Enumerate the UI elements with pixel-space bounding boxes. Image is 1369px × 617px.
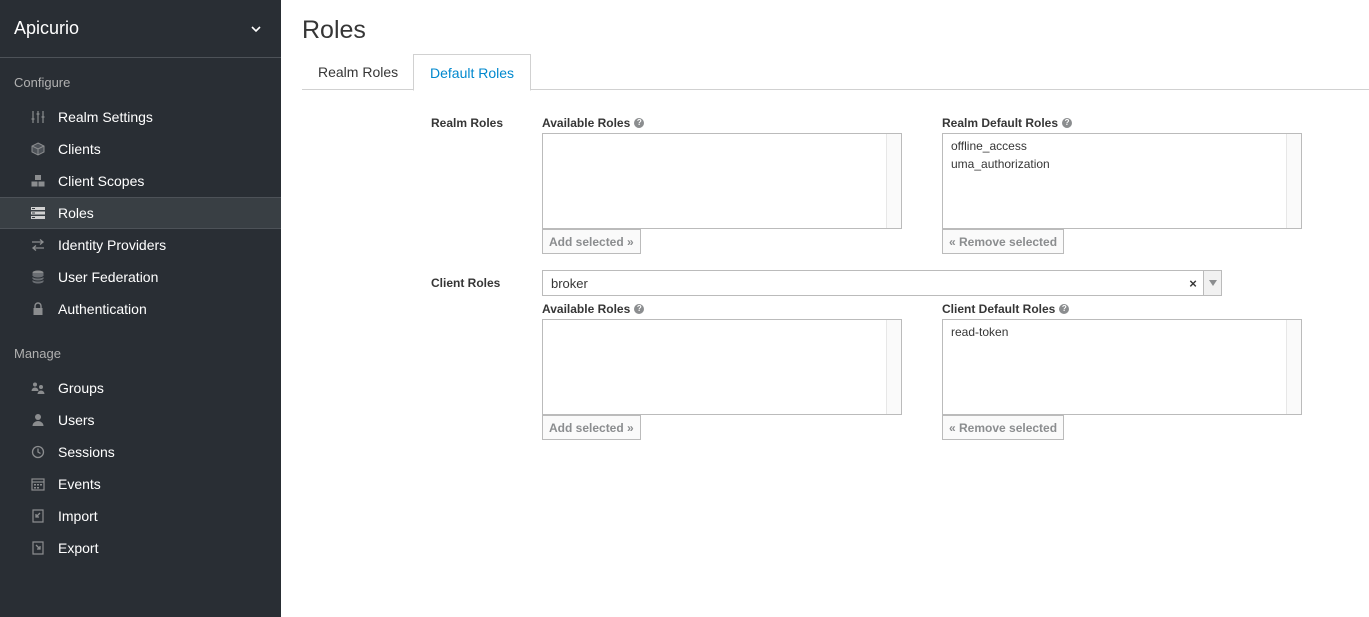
list-item[interactable]: read-token bbox=[951, 323, 1293, 341]
sidebar-item-realm-settings[interactable]: Realm Settings bbox=[0, 101, 281, 133]
field-label-text: Available Roles bbox=[542, 116, 631, 130]
sidebar-item-export[interactable]: Export bbox=[0, 532, 281, 564]
scrollbar[interactable] bbox=[886, 320, 901, 414]
client-roles-label: Client Roles bbox=[431, 276, 501, 290]
client-select-value: broker bbox=[551, 275, 588, 291]
sidebar-item-identity-providers[interactable]: Identity Providers bbox=[0, 229, 281, 261]
sidebar-item-client-scopes[interactable]: Client Scopes bbox=[0, 165, 281, 197]
clock-icon bbox=[30, 444, 46, 460]
field-label-text: Available Roles bbox=[542, 302, 631, 316]
nav-list-manage: Groups Users Sessions Events Import Expo… bbox=[0, 372, 281, 564]
realm-remove-selected-button[interactable]: « Remove selected bbox=[942, 229, 1065, 254]
list-item[interactable]: offline_access bbox=[951, 137, 1293, 155]
scrollbar[interactable] bbox=[886, 134, 901, 228]
help-icon[interactable]: ? bbox=[634, 118, 645, 128]
sidebar-item-user-federation[interactable]: User Federation bbox=[0, 261, 281, 293]
tab-realm-roles[interactable]: Realm Roles bbox=[302, 54, 414, 90]
list-item[interactable]: uma_authorization bbox=[951, 155, 1293, 173]
chevron-down-icon bbox=[251, 25, 261, 32]
sidebar-item-roles[interactable]: Roles bbox=[0, 197, 281, 229]
sidebar-item-label: Export bbox=[58, 540, 99, 556]
realm-add-selected-button[interactable]: Add selected » bbox=[542, 229, 641, 254]
client-remove-selected-button[interactable]: « Remove selected bbox=[942, 415, 1065, 440]
export-icon bbox=[30, 540, 46, 556]
clear-icon[interactable]: × bbox=[1183, 276, 1203, 291]
realm-roles-label: Realm Roles bbox=[431, 116, 504, 130]
client-default-roles-list[interactable]: read-token bbox=[942, 319, 1302, 415]
sidebar-item-label: Realm Settings bbox=[58, 109, 153, 125]
realm-default-roles-label: Realm Default Roles ? bbox=[942, 116, 1073, 130]
sidebar-item-label: User Federation bbox=[58, 269, 159, 285]
database-icon bbox=[30, 269, 46, 285]
user-icon bbox=[30, 412, 46, 428]
sidebar-item-users[interactable]: Users bbox=[0, 404, 281, 436]
scrollbar[interactable] bbox=[1286, 134, 1301, 228]
client-available-roles-items bbox=[543, 320, 901, 326]
scrollbar[interactable] bbox=[1286, 320, 1301, 414]
tab-default-roles[interactable]: Default Roles bbox=[413, 54, 532, 91]
realm-available-roles-list[interactable] bbox=[542, 133, 902, 229]
sidebar-item-label: Authentication bbox=[58, 301, 147, 317]
client-select[interactable]: broker × bbox=[542, 270, 1222, 296]
sidebar-item-label: Events bbox=[58, 476, 101, 492]
client-available-roles-label: Available Roles ? bbox=[542, 302, 645, 316]
tab-bar: Realm Roles Default Roles bbox=[302, 54, 1369, 91]
roles-icon bbox=[30, 205, 46, 221]
realm-default-roles-items: offline_access uma_authorization bbox=[943, 134, 1301, 176]
select-arrow[interactable] bbox=[1203, 271, 1221, 295]
sidebar-item-label: Import bbox=[58, 508, 98, 524]
users-group-icon bbox=[30, 380, 46, 396]
sidebar-item-events[interactable]: Events bbox=[0, 468, 281, 500]
sidebar-item-label: Users bbox=[58, 412, 95, 428]
lock-icon bbox=[30, 301, 46, 317]
exchange-icon bbox=[30, 237, 46, 253]
cube-icon bbox=[30, 141, 46, 157]
help-icon[interactable]: ? bbox=[634, 304, 645, 314]
sidebar-item-label: Groups bbox=[58, 380, 104, 396]
field-label-text: Client Default Roles bbox=[942, 302, 1056, 316]
client-default-roles-label: Client Default Roles ? bbox=[942, 302, 1070, 316]
sidebar-item-label: Sessions bbox=[58, 444, 115, 460]
realm-available-roles-label: Available Roles ? bbox=[542, 116, 645, 130]
help-icon[interactable]: ? bbox=[1062, 118, 1073, 128]
nav-section-configure: Configure bbox=[14, 75, 71, 90]
sidebar-item-clients[interactable]: Clients bbox=[0, 133, 281, 165]
nav-section-manage: Manage bbox=[14, 346, 61, 361]
realm-selector[interactable]: Apicurio bbox=[0, 0, 281, 58]
sidebar-item-label: Client Scopes bbox=[58, 173, 145, 189]
realm-default-roles-list[interactable]: offline_access uma_authorization bbox=[942, 133, 1302, 229]
sidebar-item-label: Identity Providers bbox=[58, 237, 167, 253]
calendar-icon bbox=[30, 476, 46, 492]
field-label-text: Realm Default Roles bbox=[942, 116, 1059, 130]
import-icon bbox=[30, 508, 46, 524]
caret-down-icon bbox=[1208, 280, 1217, 286]
sidebar-item-label: Roles bbox=[58, 205, 94, 221]
sidebar-item-sessions[interactable]: Sessions bbox=[0, 436, 281, 468]
client-add-selected-button[interactable]: Add selected » bbox=[542, 415, 641, 440]
sidebar-item-authentication[interactable]: Authentication bbox=[0, 293, 281, 325]
client-available-roles-list[interactable] bbox=[542, 319, 902, 415]
sidebar-item-label: Clients bbox=[58, 141, 101, 157]
help-icon[interactable]: ? bbox=[1059, 304, 1070, 314]
main-content: Roles Realm Roles Default Roles Realm Ro… bbox=[281, 0, 1369, 617]
sidebar-item-groups[interactable]: Groups bbox=[0, 372, 281, 404]
realm-available-roles-items bbox=[543, 134, 901, 140]
nav-list-configure: Realm Settings Clients Client Scopes Rol… bbox=[0, 101, 281, 325]
realm-name: Apicurio bbox=[14, 18, 80, 38]
cubes-icon bbox=[30, 173, 46, 189]
sidebar: Apicurio Configure Realm Settings Client… bbox=[0, 0, 281, 617]
sliders-icon bbox=[30, 109, 46, 125]
page-title: Roles bbox=[302, 16, 366, 44]
sidebar-item-import[interactable]: Import bbox=[0, 500, 281, 532]
client-default-roles-items: read-token bbox=[943, 320, 1301, 344]
